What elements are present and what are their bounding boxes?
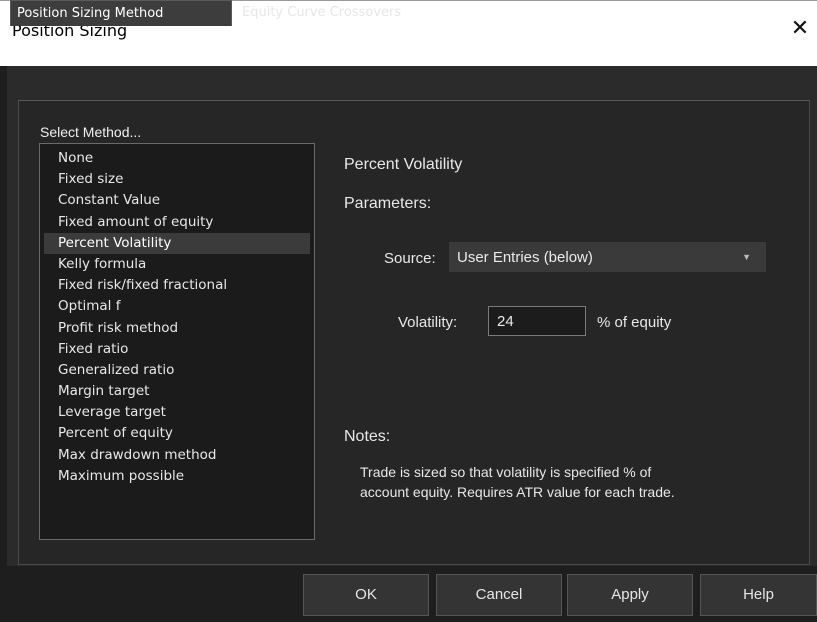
method-list-item[interactable]: Kelly formula bbox=[44, 254, 310, 275]
method-list-item[interactable]: Generalized ratio bbox=[44, 360, 310, 381]
volatility-input[interactable] bbox=[488, 306, 586, 336]
method-title: Percent Volatility bbox=[344, 156, 463, 173]
notes-line: account equity. Requires ATR value for e… bbox=[360, 484, 675, 500]
method-list-item[interactable]: Fixed ratio bbox=[44, 339, 310, 360]
notes-label: Notes: bbox=[344, 428, 391, 445]
method-list-item[interactable]: Percent of equity bbox=[44, 423, 310, 444]
method-list-item[interactable]: Leverage target bbox=[44, 402, 310, 423]
parameters-label: Parameters: bbox=[344, 195, 432, 212]
method-list-item[interactable]: Constant Value bbox=[44, 190, 310, 211]
select-method-label: Select Method... bbox=[40, 124, 142, 140]
source-dropdown[interactable]: User Entries (below) ▼ bbox=[449, 242, 766, 272]
cancel-button[interactable]: Cancel bbox=[436, 574, 562, 616]
method-list-item[interactable]: None bbox=[44, 148, 310, 169]
source-label: Source: bbox=[384, 250, 436, 267]
method-listbox[interactable]: None Fixed size Constant Value Fixed amount… bbox=[39, 143, 315, 540]
method-list-item[interactable]: Fixed risk/fixed fractional bbox=[44, 275, 310, 296]
ok-button[interactable]: OK bbox=[303, 574, 429, 616]
method-list-item[interactable]: Maximum possible bbox=[44, 466, 310, 487]
volatility-label: Volatility: bbox=[398, 314, 458, 331]
method-list-item[interactable]: Max drawdown method bbox=[44, 445, 310, 466]
help-button[interactable]: Help bbox=[700, 574, 817, 616]
method-list-item[interactable]: Profit risk method bbox=[44, 318, 310, 339]
method-list-item[interactable]: Fixed amount of equity bbox=[44, 212, 310, 233]
tab-equity-curve-crossovers[interactable]: Equity Curve Crossovers bbox=[236, 0, 456, 26]
method-list-item[interactable]: Margin target bbox=[44, 381, 310, 402]
close-icon[interactable]: ✕ bbox=[789, 16, 811, 42]
apply-button[interactable]: Apply bbox=[567, 574, 693, 616]
notes-line: Trade is sized so that volatility is spe… bbox=[360, 464, 652, 480]
volatility-unit: % of equity bbox=[597, 314, 672, 331]
chevron-down-icon: ▼ bbox=[742, 252, 751, 262]
method-list-item[interactable]: Percent Volatility bbox=[44, 232, 310, 254]
notes-text: Trade is sized so that volatility is spe… bbox=[360, 462, 675, 502]
method-list-item[interactable]: Optimal f bbox=[44, 296, 310, 317]
tab-position-sizing-method[interactable]: Position Sizing Method bbox=[10, 0, 232, 26]
source-dropdown-value: User Entries (below) bbox=[457, 249, 593, 266]
method-list-item[interactable]: Fixed size bbox=[44, 169, 310, 190]
